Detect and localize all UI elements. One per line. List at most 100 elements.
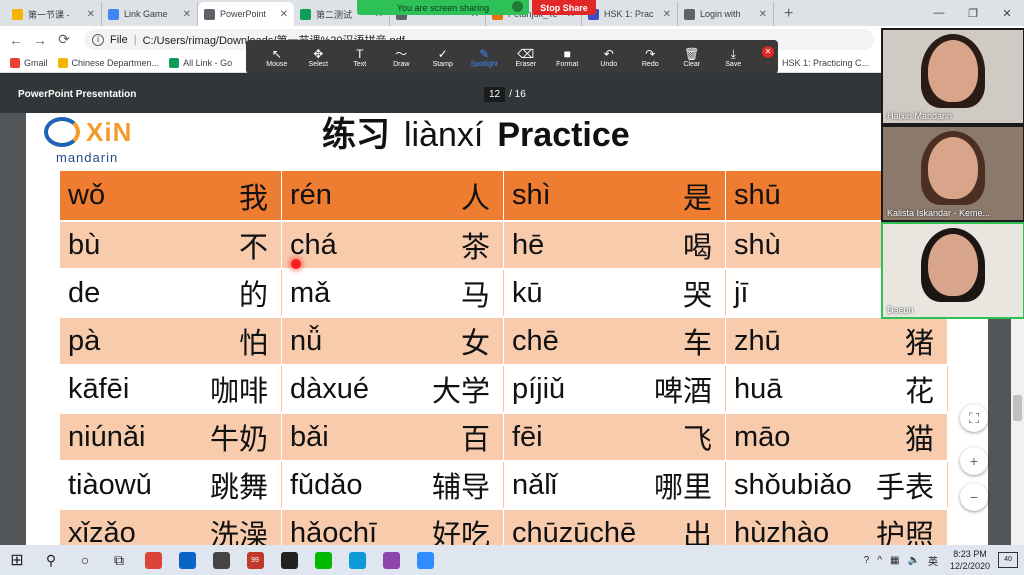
- new-tab-icon[interactable]: +: [774, 2, 803, 26]
- pinyin-text: māo: [733, 420, 791, 453]
- restore-icon[interactable]: ❐: [956, 0, 990, 26]
- app-glyph: 99: [246, 551, 264, 569]
- annotation-tool-format[interactable]: ■ Format: [547, 47, 589, 68]
- reload-icon[interactable]: ⟳: [52, 31, 76, 48]
- forward-icon[interactable]: →: [28, 32, 52, 48]
- minimize-icon[interactable]: —: [922, 0, 956, 26]
- chevron-up-icon[interactable]: ^: [877, 555, 882, 566]
- pinyin-text: chá: [289, 228, 337, 261]
- vocab-pair: kū 哭: [512, 272, 712, 314]
- hanzi-text: 手表: [875, 470, 934, 504]
- browser-tab[interactable]: HSK 1: Prac ✕: [582, 2, 678, 26]
- task-view-icon[interactable]: ⧉: [102, 545, 136, 575]
- volume-icon[interactable]: 🔈: [908, 555, 920, 566]
- tab-close-icon[interactable]: ✕: [663, 9, 671, 20]
- paint-icon[interactable]: [374, 545, 408, 575]
- participant-video-tile[interactable]: Kalista Iskandar - Keme...: [883, 127, 1023, 220]
- browser-tab[interactable]: PowerPoint ✕: [198, 2, 294, 26]
- annotation-tool-save[interactable]: ⤓ Save: [713, 47, 755, 68]
- pinyin-text: dàxué: [289, 372, 369, 405]
- bookmark-item[interactable]: HSK 1: Practicing C...: [782, 58, 869, 68]
- vocab-pair: nǎlǐ 哪里: [512, 464, 712, 506]
- hanzi-text: 牛奶: [209, 422, 268, 456]
- stamp-icon: ✓: [437, 46, 448, 61]
- tab-close-icon[interactable]: ✕: [280, 9, 288, 20]
- page-number-input[interactable]: 12: [484, 87, 506, 102]
- vocab-pair: mǎ 马: [290, 272, 490, 314]
- fit-page-icon[interactable]: ⛶: [960, 404, 988, 432]
- outlook-icon[interactable]: [170, 545, 204, 575]
- clock[interactable]: 8:23 PM 12/2/2020: [950, 548, 990, 572]
- zoom-icon[interactable]: [408, 545, 442, 575]
- chrome-icon[interactable]: [136, 545, 170, 575]
- hanzi-text: 护照: [875, 518, 934, 545]
- annotation-tool-redo[interactable]: ↷ Redo: [630, 47, 672, 68]
- tab-label: PowerPoint: [220, 9, 267, 19]
- bookmark-item[interactable]: Gmail: [10, 57, 48, 68]
- hanzi-text: 女: [460, 326, 490, 360]
- pinyin-text: huā: [733, 372, 783, 405]
- photos-icon[interactable]: 99: [238, 545, 272, 575]
- close-window-icon[interactable]: ✕: [990, 0, 1024, 26]
- vocab-pair: bǎi 百: [290, 416, 490, 458]
- bookmark-item[interactable]: Chinese Departmen...: [57, 57, 159, 68]
- network-icon[interactable]: ▦: [890, 555, 899, 566]
- tab-close-icon[interactable]: ✕: [759, 9, 767, 20]
- info-icon[interactable]: i: [92, 33, 104, 46]
- scrollbar-thumb[interactable]: [1013, 395, 1022, 421]
- vocab-pair: de 的: [68, 272, 268, 314]
- zoom-in-icon[interactable]: +: [960, 447, 988, 475]
- annotation-tool-text[interactable]: T Text: [339, 47, 381, 68]
- annotation-tool-clear[interactable]: 🗑 Clear: [671, 47, 713, 68]
- windows-start-icon[interactable]: ⊞: [0, 545, 34, 575]
- sticky-notes-icon[interactable]: [272, 545, 306, 575]
- back-icon[interactable]: ←: [4, 32, 28, 48]
- pinyin-text: shì: [511, 179, 551, 211]
- pinyin-text: mǎ: [289, 276, 331, 309]
- vocab-cell: niúnǎi 牛奶: [60, 413, 282, 462]
- tab-label: 第一节课 -: [28, 9, 70, 20]
- annotation-tool-mouse[interactable]: ↖ Mouse: [256, 47, 298, 68]
- tab-close-icon[interactable]: ✕: [87, 9, 95, 20]
- annotation-tool-select[interactable]: ✥ Select: [298, 47, 340, 68]
- bookmark-icon: [10, 57, 20, 68]
- bookmark-item[interactable]: All Link - Go: [169, 57, 232, 68]
- lang-indicator[interactable]: 英: [928, 553, 938, 568]
- system-tray: ? ^ ▦ 🔈 英 8:23 PM 12/2/2020 40: [860, 545, 1024, 575]
- browser-tab[interactable]: Link Game ✕: [102, 2, 198, 26]
- tab-favicon-icon: [12, 8, 23, 20]
- pdf-viewer[interactable]: XiN mandarin 练习 liànxí Practice wǒ 我 rén 人 shì…: [0, 113, 1024, 545]
- vocab-cell: shì 是: [503, 171, 726, 222]
- annotation-tool-stamp[interactable]: ✓ Stamp: [422, 47, 464, 68]
- cortana-icon[interactable]: ○: [68, 545, 102, 575]
- pinyin-text: fēi: [511, 420, 543, 453]
- line-icon[interactable]: [306, 545, 340, 575]
- annotation-tool-spotlight[interactable]: ✎ Spotlight: [464, 47, 506, 68]
- hanzi-text: 花: [904, 374, 934, 408]
- annotation-tool-label: Undo: [600, 60, 618, 68]
- store-icon[interactable]: [204, 545, 238, 575]
- browser-tab[interactable]: Login with ✕: [678, 2, 774, 26]
- vocab-cell: bǎi 百: [281, 413, 504, 462]
- stop-share-button[interactable]: Stop Share: [532, 0, 596, 15]
- search-icon[interactable]: ⚲: [34, 545, 68, 575]
- edge-icon[interactable]: [340, 545, 374, 575]
- hanzi-text: 辅导: [431, 470, 490, 504]
- participant-video-tile[interactable]: Haixin Mandarin: [883, 30, 1023, 123]
- annotation-tool-undo[interactable]: ↶ Undo: [588, 47, 630, 68]
- participant-video-tile[interactable]: Daeun: [881, 222, 1024, 319]
- help-icon[interactable]: ?: [864, 555, 870, 566]
- zoom-out-icon[interactable]: −: [960, 483, 988, 511]
- hanzi-text: 人: [460, 180, 490, 215]
- close-annotation-icon[interactable]: ✕: [762, 46, 774, 58]
- pinyin-text: jī: [733, 276, 749, 309]
- vocab-pair: píjiǔ 啤酒: [512, 368, 712, 410]
- annotation-tool-draw[interactable]: 〜 Draw: [381, 47, 423, 68]
- browser-tab[interactable]: 第一节课 - ✕: [6, 2, 102, 26]
- tab-close-icon[interactable]: ✕: [183, 9, 191, 20]
- hanzi-text: 喝: [682, 230, 712, 264]
- annotation-tool-eraser[interactable]: ⌫ Eraser: [505, 47, 547, 68]
- pinyin-text: shǒubiǎo: [733, 468, 852, 501]
- notification-count[interactable]: 40: [998, 552, 1018, 568]
- table-row: pà 怕 nǚ 女 chē 车 zhū 猪: [60, 317, 949, 366]
